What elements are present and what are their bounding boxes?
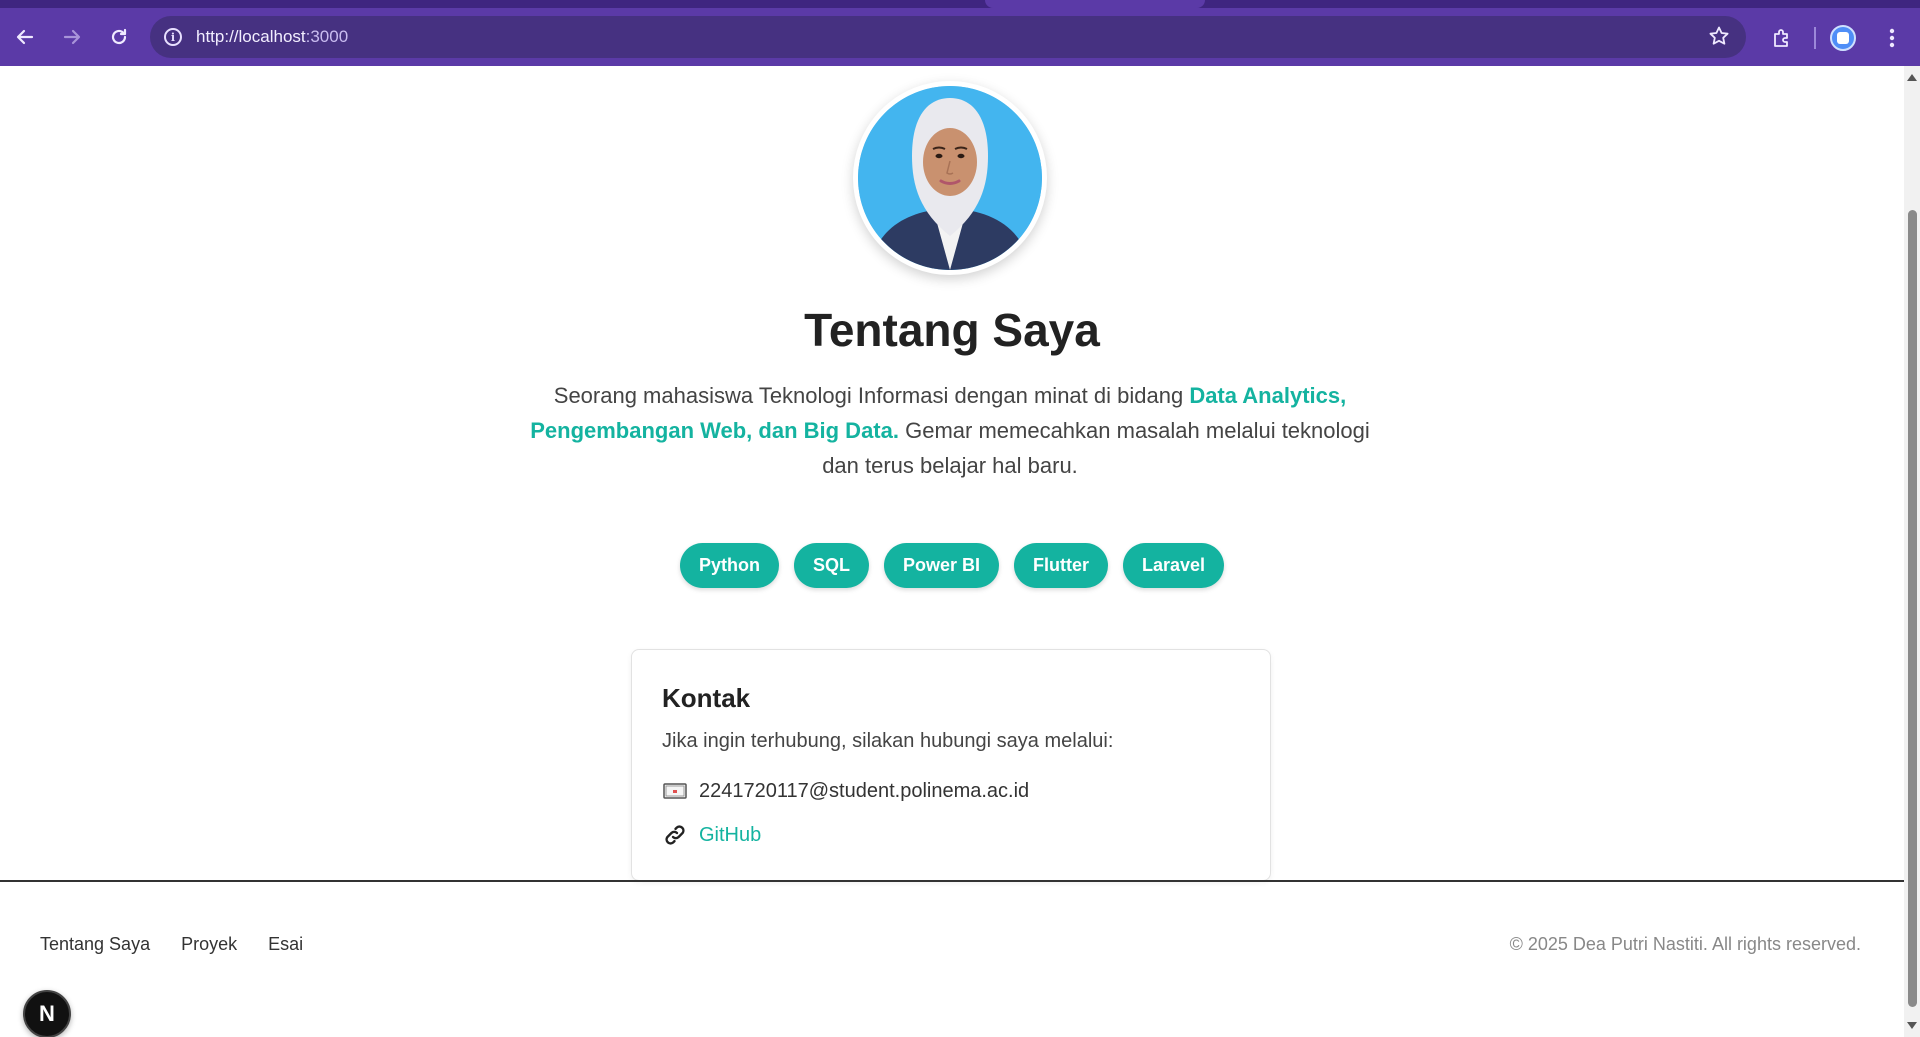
toolbar-right [1760, 16, 1912, 60]
active-tab[interactable] [985, 0, 1205, 8]
skill-badge-laravel: Laravel [1123, 543, 1225, 588]
footer-link-proyek[interactable]: Proyek [181, 934, 237, 955]
puzzle-icon [1774, 29, 1788, 47]
url-port: :3000 [305, 27, 349, 46]
tab-strip [0, 0, 1920, 8]
bio-part-1: Seorang mahasiswa Teknologi Informasi de… [553, 383, 1190, 408]
scroll-down-arrow-icon[interactable] [1907, 1022, 1917, 1029]
scroll-up-arrow-icon[interactable] [1907, 74, 1917, 81]
skill-badge-sql: SQL [793, 543, 869, 588]
skills-list: Python SQL Power BI Flutter Laravel [0, 543, 1904, 588]
bookmark-button[interactable] [1708, 25, 1730, 53]
info-icon: i [164, 28, 182, 46]
address-bar[interactable]: i http://localhost:3000 [150, 16, 1746, 58]
footer-link-esai[interactable]: Esai [268, 934, 303, 955]
profile-icon [1837, 32, 1849, 44]
nextjs-dev-indicator-button[interactable]: N [23, 990, 71, 1037]
page-scrollbar[interactable] [1904, 66, 1920, 1037]
bio-text: Seorang mahasiswa Teknologi Informasi de… [530, 378, 1370, 483]
browser-chrome: i http://localhost:3000 [0, 0, 1920, 66]
toolbar-separator [1814, 27, 1816, 49]
profile-button[interactable] [1830, 25, 1856, 51]
site-info-button[interactable]: i [152, 28, 194, 46]
contact-github-row: GitHub [662, 822, 761, 848]
forward-button[interactable] [50, 15, 94, 59]
page-content: Tentang Saya Seorang mahasiswa Teknologi… [0, 66, 1904, 1037]
reload-icon [111, 28, 127, 45]
github-link[interactable]: GitHub [699, 824, 761, 847]
skill-badge-python: Python [679, 543, 779, 588]
arrow-right-icon [63, 29, 81, 45]
browser-menu-button[interactable] [1872, 16, 1912, 60]
footer-nav: Tentang Saya Proyek Esai [40, 934, 303, 955]
skill-badge-power-bi: Power BI [883, 543, 999, 588]
skill-badge-flutter: Flutter [1014, 543, 1108, 588]
url-host: http://localhost [196, 27, 306, 46]
extensions-button[interactable] [1760, 16, 1804, 60]
scroll-thumb[interactable] [1908, 210, 1917, 1007]
page-title: Tentang Saya [804, 304, 1100, 356]
footer-divider [0, 880, 1904, 882]
browser-toolbar: i http://localhost:3000 [0, 8, 1920, 66]
contact-email-text[interactable]: 2241720117@student.polinema.ac.id [699, 780, 1029, 803]
bio-part-2: Gemar memecahkan masalah melalui teknolo… [822, 418, 1370, 478]
contact-heading: Kontak [662, 683, 751, 713]
profile-photo [853, 81, 1047, 275]
url-text[interactable]: http://localhost:3000 [196, 27, 348, 47]
contact-card: Kontak Jika ingin terhubung, silakan hub… [631, 649, 1271, 881]
reload-button[interactable] [97, 15, 141, 59]
kebab-menu-icon [1889, 28, 1895, 48]
back-button[interactable] [3, 15, 47, 59]
star-icon [1709, 26, 1729, 45]
arrow-left-icon [16, 29, 34, 45]
email-icon [662, 778, 688, 804]
footer-link-tentang-saya[interactable]: Tentang Saya [40, 934, 150, 955]
link-icon [662, 822, 688, 848]
contact-description: Jika ingin terhubung, silakan hubungi sa… [662, 730, 1114, 752]
contact-email-row: 2241720117@student.polinema.ac.id [662, 778, 1029, 804]
copyright-text: © 2025 Dea Putri Nastiti. All rights res… [1509, 934, 1861, 954]
